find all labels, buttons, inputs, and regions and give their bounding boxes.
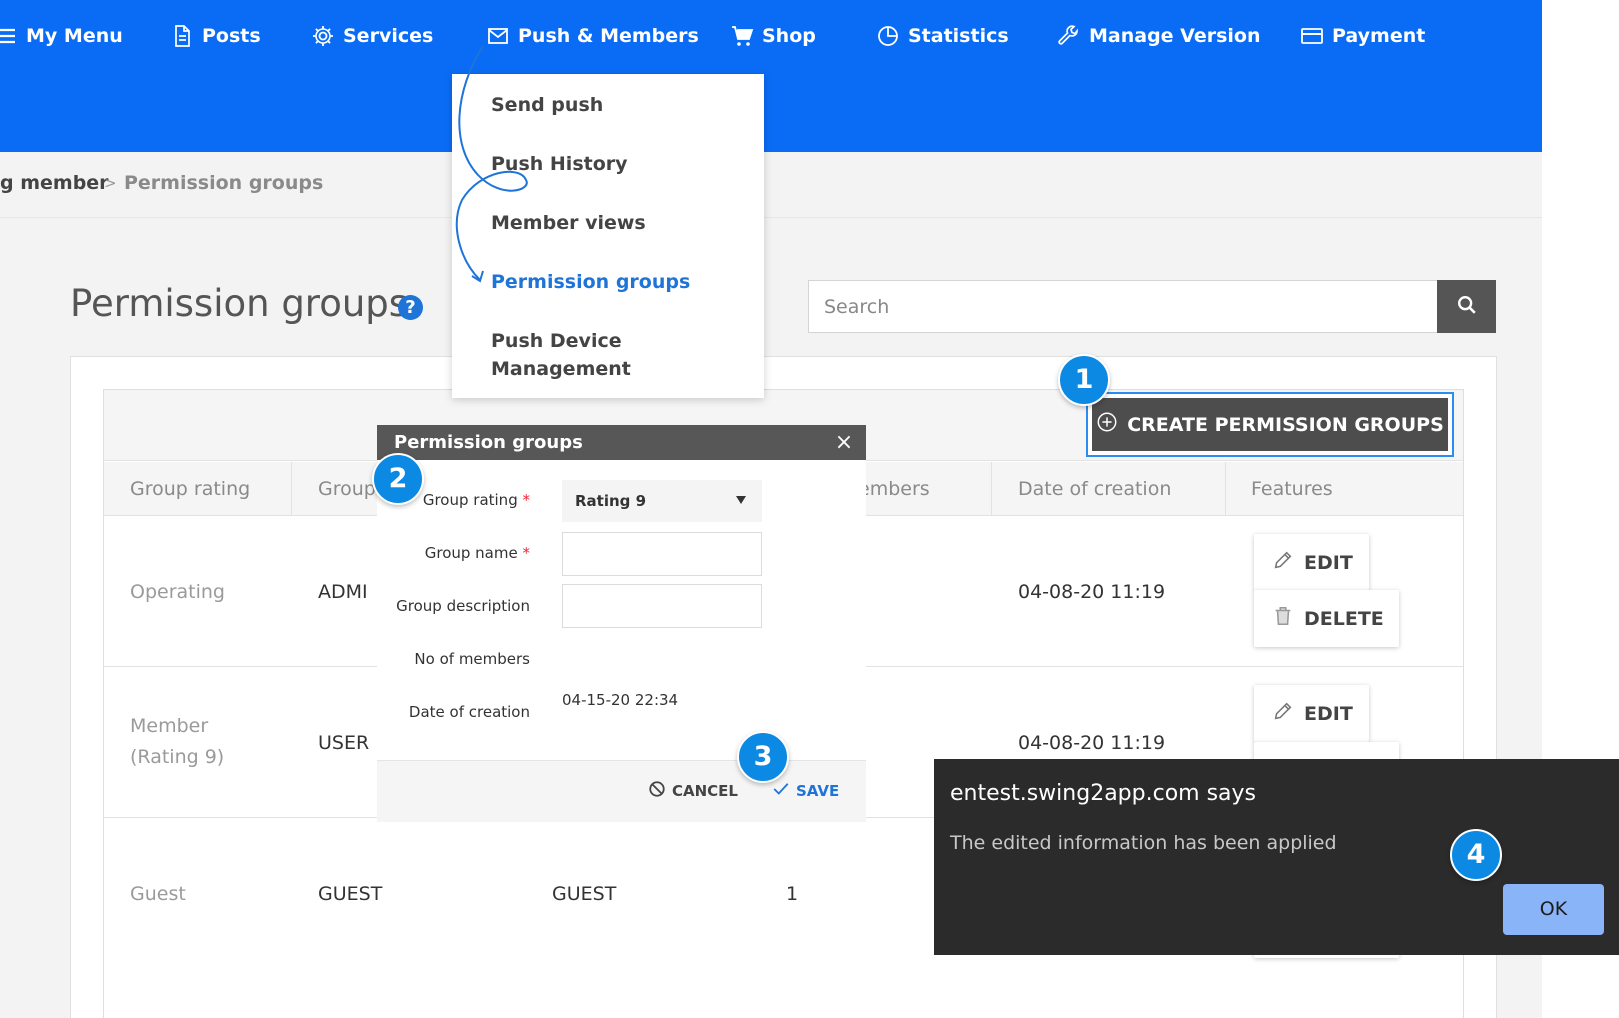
alert-ok-button[interactable]: OK — [1503, 884, 1604, 935]
row-3-group-name: GUEST — [552, 883, 617, 905]
row-3-group: GUEST — [318, 883, 383, 905]
group-description-label: Group description — [396, 597, 530, 615]
create-button-label: CREATE PERMISSION GROUPS — [1127, 413, 1444, 436]
column-divider — [991, 462, 992, 516]
row-2-edit-button[interactable]: EDIT — [1254, 685, 1369, 742]
row-1-group-rating: Operating — [130, 581, 225, 603]
pencil-icon — [1272, 549, 1294, 576]
nav-item-services[interactable]: Services — [311, 22, 433, 50]
group-rating-value: Rating 9 — [575, 492, 647, 510]
date-of-creation-value: 04-15-20 22:34 — [562, 691, 679, 709]
group-description-input[interactable] — [562, 584, 762, 628]
search-button[interactable] — [1437, 280, 1496, 333]
nav-item-label: Push & Members — [518, 25, 699, 47]
check-icon — [772, 780, 790, 802]
no-of-members-label: No of members — [414, 650, 530, 668]
nav-item-statistics[interactable]: Statistics — [876, 22, 1009, 50]
step-badge-4: 4 — [1450, 829, 1502, 881]
step-badge-3: 3 — [737, 731, 789, 783]
date-of-creation-label: Date of creation — [408, 703, 530, 721]
row-2-date: 04-08-20 11:19 — [1018, 732, 1166, 754]
nav-item-my-menu[interactable]: My Menu — [0, 22, 123, 50]
card-icon — [1300, 24, 1324, 48]
nav-item-payment[interactable]: Payment — [1300, 22, 1425, 50]
trash-icon — [1272, 605, 1294, 632]
row-3-group-rating: Guest — [130, 883, 186, 905]
breadcrumb-separator: > — [104, 174, 117, 192]
pie-chart-icon — [876, 24, 900, 48]
nav-item-manage-version[interactable]: Manage Version — [1057, 22, 1261, 50]
nav-item-label: Statistics — [908, 25, 1009, 47]
page-title: Permission groups — [70, 282, 409, 325]
step-badge-1: 1 — [1058, 354, 1110, 406]
nav-item-shop[interactable]: Shop — [730, 22, 816, 50]
column-header-group-rating[interactable]: Group rating — [130, 478, 250, 500]
cancel-label: CANCEL — [672, 782, 738, 800]
row-3-members: 1 — [786, 883, 799, 905]
edit-label: EDIT — [1304, 551, 1353, 574]
row-1-delete-button[interactable]: DELETE — [1254, 590, 1399, 647]
row-2-group: USER — [318, 732, 370, 754]
nav-item-label: Posts — [202, 25, 261, 47]
row-2-group-rating-line-2: (Rating 9) — [130, 746, 225, 768]
step-badge-2: 2 — [372, 453, 424, 505]
menu-icon — [0, 24, 18, 48]
document-icon — [170, 24, 194, 48]
create-permission-groups-button[interactable]: CREATE PERMISSION GROUPS — [1086, 392, 1454, 457]
save-button[interactable]: SAVE — [772, 780, 839, 802]
row-2-group-rating-line-1: Member — [130, 715, 209, 737]
group-name-input[interactable] — [562, 532, 762, 576]
cancel-button[interactable]: CANCEL — [648, 780, 738, 802]
cart-icon — [730, 24, 754, 48]
search-icon — [1456, 294, 1478, 320]
column-header-members[interactable]: embers — [858, 478, 930, 500]
group-name-label: Group name * — [424, 544, 530, 562]
search-input[interactable] — [808, 280, 1438, 333]
breadcrumb-parent[interactable]: g member — [0, 172, 109, 194]
help-icon[interactable]: ? — [398, 295, 423, 320]
close-icon[interactable]: × — [829, 425, 859, 460]
nav-item-posts[interactable]: Posts — [170, 22, 261, 50]
column-divider — [1225, 462, 1226, 516]
cancel-icon — [648, 780, 666, 802]
nav-item-label: Shop — [762, 25, 816, 47]
breadcrumb-current: Permission groups — [124, 172, 324, 194]
pencil-icon — [1272, 700, 1294, 727]
nav-item-label: Payment — [1332, 25, 1426, 47]
menu-item-push-device-management-line-1[interactable]: Push Device — [491, 327, 622, 355]
alert-message: The edited information has been applied — [950, 832, 1337, 854]
nav-item-label: Manage Version — [1089, 25, 1261, 47]
row-1-date: 04-08-20 11:19 — [1018, 581, 1166, 603]
delete-label: DELETE — [1304, 607, 1384, 630]
save-label: SAVE — [796, 782, 840, 800]
nav-item-label: Services — [343, 25, 434, 47]
row-1-group: ADMI — [318, 581, 368, 603]
annotation-arrow — [455, 45, 528, 283]
menu-item-push-device-management-line-2[interactable]: Management — [491, 355, 631, 383]
column-header-group[interactable]: Group — [318, 478, 376, 500]
modal-title: Permission groups — [377, 425, 866, 460]
gear-icon — [311, 24, 335, 48]
edit-label: EDIT — [1304, 702, 1353, 725]
chevron-down-icon — [736, 496, 746, 504]
column-header-features: Features — [1251, 478, 1333, 500]
group-rating-select[interactable]: Rating 9 — [562, 480, 762, 522]
row-1-edit-button[interactable]: EDIT — [1254, 534, 1369, 591]
wrench-icon — [1057, 24, 1081, 48]
column-divider — [291, 462, 292, 516]
alert-title: entest.swing2app.com says — [950, 781, 1257, 806]
plus-circle-icon — [1096, 411, 1118, 438]
column-header-date-of-creation[interactable]: Date of creation — [1018, 478, 1171, 500]
nav-item-label: My Menu — [26, 25, 123, 47]
